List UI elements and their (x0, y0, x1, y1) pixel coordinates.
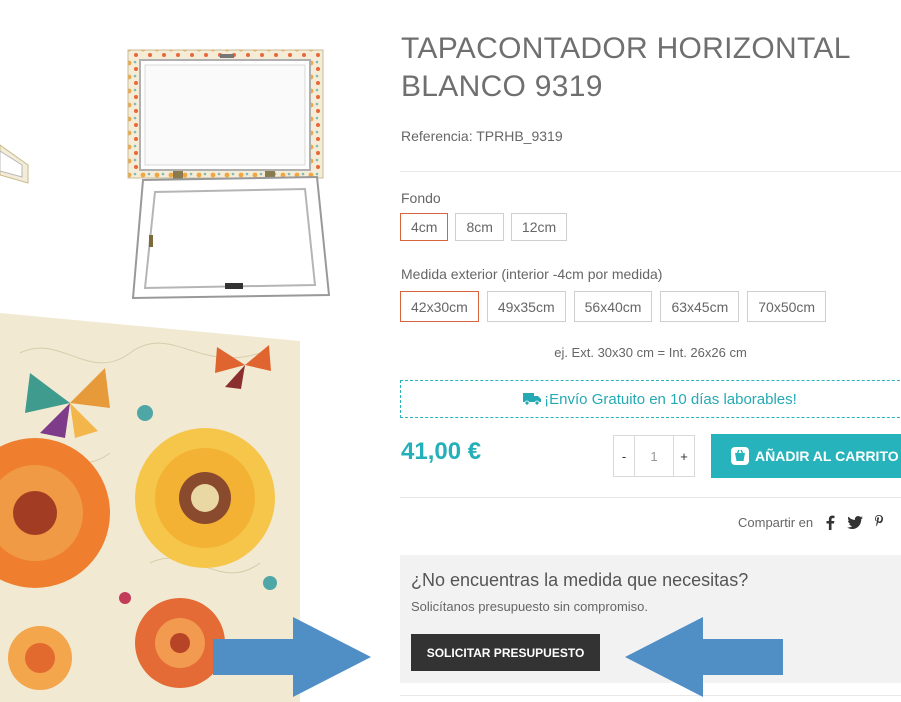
twitter-icon[interactable] (847, 516, 864, 529)
size-label: Medida exterior (interior -4cm por medid… (401, 266, 663, 282)
share-bar: Compartir en (738, 515, 884, 530)
product-title-line1: TAPACONTADOR HORIZONTAL (401, 32, 851, 65)
facebook-icon[interactable] (825, 515, 835, 530)
depth-options: 4cm 8cm 12cm (400, 213, 568, 241)
quote-title: ¿No encuentras la medida que necesitas? (411, 570, 749, 590)
size-option-70x50[interactable]: 70x50cm (747, 291, 827, 322)
divider (400, 171, 901, 172)
product-photo-open[interactable] (125, 45, 330, 305)
product-price: 41,00 € (401, 438, 482, 465)
basket-icon (731, 447, 749, 465)
quantity-input[interactable]: 1 (635, 435, 673, 477)
size-option-63x45[interactable]: 63x45cm (660, 291, 740, 322)
add-to-cart-button[interactable]: AÑADIR AL CARRITO (711, 434, 901, 478)
product-title-line2: BLANCO 9319 (401, 70, 603, 103)
quote-subtitle: Solicítanos presupuesto sin compromiso. (411, 599, 649, 614)
divider (400, 497, 901, 498)
pinterest-icon[interactable] (875, 515, 884, 530)
size-options: 42x30cm 49x35cm 56x40cm 63x45cm 70x50cm (400, 291, 827, 322)
truck-icon (523, 393, 542, 405)
quantity-decrease-button[interactable]: - (613, 435, 635, 477)
add-to-cart-label: AÑADIR AL CARRITO (755, 448, 899, 464)
free-shipping-banner: ¡Envío Gratuito en 10 días laborables! (400, 380, 901, 418)
product-details: TAPACONTADOR HORIZONTAL BLANCO 9319 Refe… (400, 0, 901, 702)
depth-option-12cm[interactable]: 12cm (510, 213, 568, 241)
request-quote-button[interactable]: SOLICITAR PRESUPUESTO (411, 634, 600, 671)
depth-label: Fondo (401, 190, 441, 206)
quantity-stepper: - 1 + (613, 435, 695, 477)
share-label: Compartir en (738, 515, 814, 530)
size-option-56x40[interactable]: 56x40cm (573, 291, 653, 322)
quantity-increase-button[interactable]: + (673, 435, 695, 477)
product-thumbnail-partial[interactable] (0, 135, 32, 185)
size-option-42x30[interactable]: 42x30cm (400, 291, 479, 322)
depth-option-8cm[interactable]: 8cm (455, 213, 504, 241)
free-shipping-text: ¡Envío Gratuito en 10 días laborables! (544, 390, 797, 408)
depth-option-4cm[interactable]: 4cm (400, 213, 449, 241)
size-option-49x35[interactable]: 49x35cm (486, 291, 566, 322)
arrow-left-icon (625, 617, 783, 697)
product-title: TAPACONTADOR HORIZONTAL BLANCO 9319 (401, 30, 871, 106)
arrow-right-icon (213, 617, 371, 697)
product-gallery (0, 0, 390, 702)
size-example: ej. Ext. 30x30 cm = Int. 26x26 cm (554, 345, 747, 360)
product-reference: Referencia: TPRHB_9319 (401, 128, 563, 144)
